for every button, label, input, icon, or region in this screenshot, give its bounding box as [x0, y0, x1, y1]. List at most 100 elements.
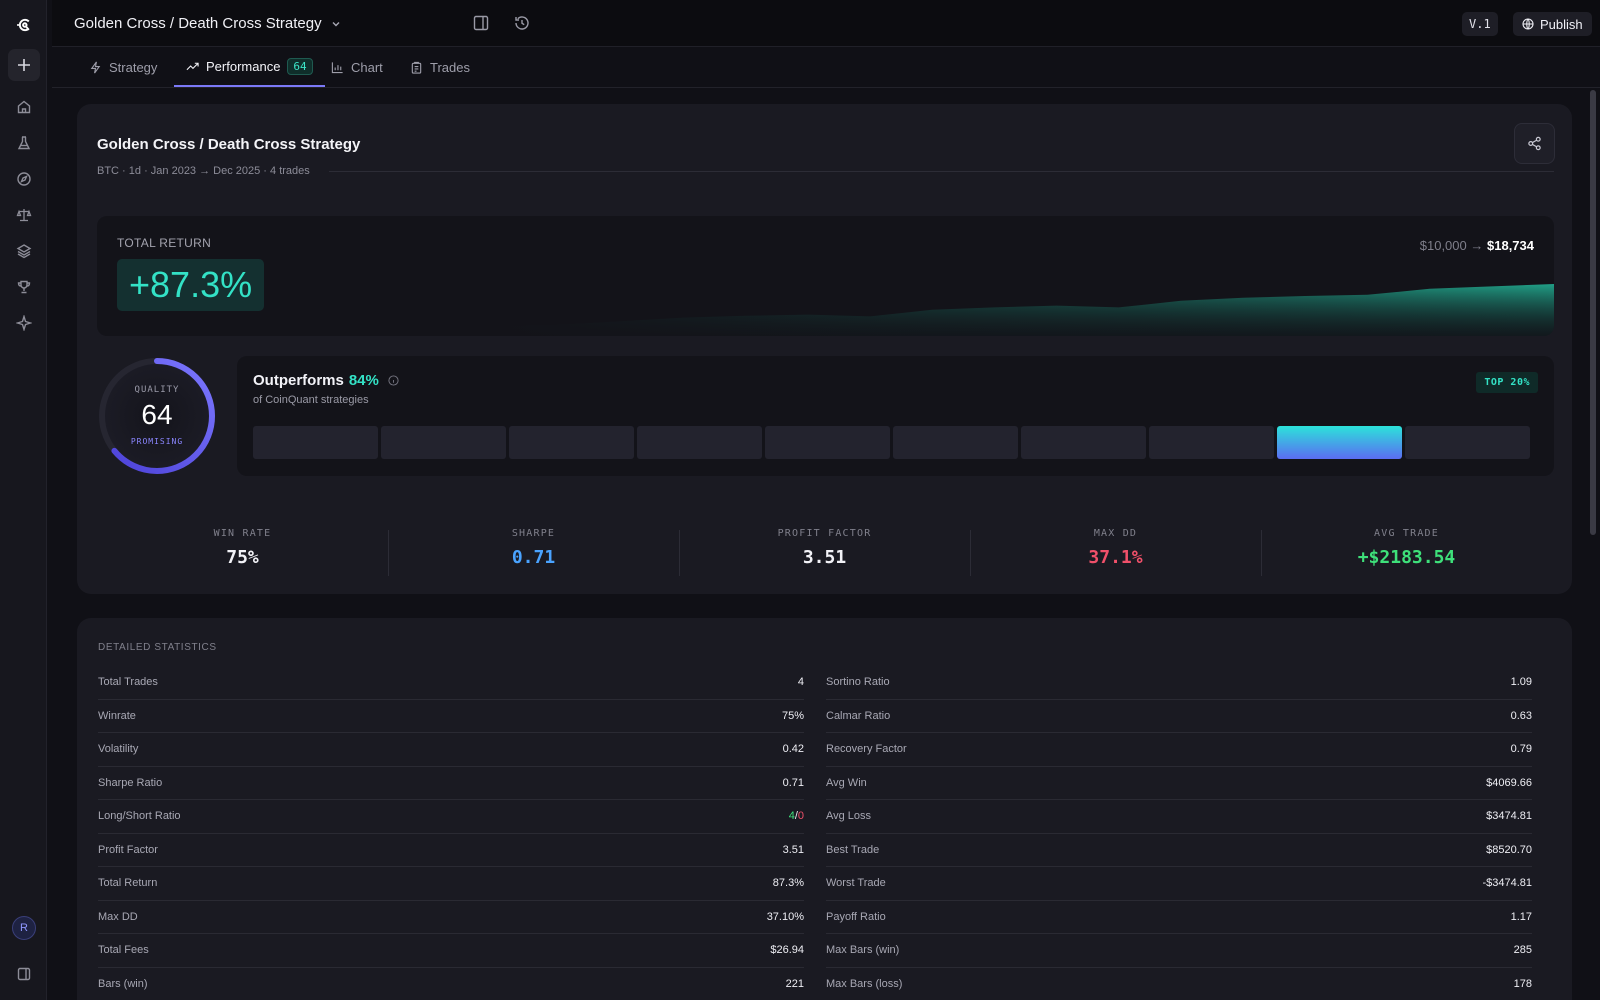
stat-row-label: Long/Short Ratio	[98, 810, 181, 823]
stat-label: MAX DD	[1093, 528, 1138, 539]
arrow-right-icon: →	[1470, 238, 1484, 253]
stat-row-value: $8520.70	[1486, 843, 1532, 856]
publish-label: Publish	[1540, 16, 1583, 32]
tab-performance[interactable]: Performance 64	[174, 47, 325, 87]
start-equity: $10,000	[1419, 238, 1467, 253]
stat-profit-factor: PROFIT FACTOR 3.51	[679, 528, 970, 568]
stat-divider	[388, 530, 389, 576]
trophy-icon[interactable]	[8, 271, 40, 303]
percentile-histogram	[253, 426, 1530, 459]
short-count: 0	[797, 810, 804, 823]
stat-row: Sortino Ratio 1.09	[826, 666, 1532, 700]
stat-row-label: Total Trades	[98, 676, 158, 689]
percentile-bin	[381, 426, 506, 459]
summary-subtitle: BTC · 1d · Jan 2023 → Dec 2025 · 4 trade…	[97, 165, 310, 177]
new-strategy-button[interactable]	[8, 49, 40, 81]
scale-icon[interactable]	[8, 199, 40, 231]
share-icon	[1528, 136, 1541, 151]
stat-row-value: 178	[1513, 977, 1532, 990]
stat-row-label: Recovery Factor	[826, 743, 907, 756]
quality-score-badge: 64	[287, 57, 313, 75]
clipboard-icon	[411, 61, 422, 74]
version-badge[interactable]: V.1	[1462, 12, 1498, 36]
stat-row-value: 221	[785, 977, 804, 990]
stat-row-label: Max DD	[98, 910, 138, 923]
scrollbar-thumb[interactable]	[1590, 90, 1596, 535]
stat-row: Total Return 87.3%	[98, 867, 804, 901]
info-icon[interactable]	[388, 375, 399, 386]
stat-avg-trade: AVG TRADE +$2183.54	[1261, 528, 1552, 568]
stat-row-label: Payoff Ratio	[826, 910, 886, 923]
performance-summary-card: Golden Cross / Death Cross Strategy BTC …	[77, 104, 1572, 594]
left-rail: R	[0, 0, 47, 1000]
stat-row: Worst Trade -$3474.81	[826, 867, 1532, 901]
stat-row-value: -$3474.81	[1482, 877, 1532, 890]
chevron-down-icon	[332, 21, 340, 26]
percentile-bin	[509, 426, 634, 459]
stat-row-value: 0.71	[782, 776, 804, 789]
history-icon[interactable]	[513, 14, 531, 32]
tab-bar: Strategy Performance 64 Chart Trades	[52, 47, 1600, 88]
stat-row-label: Total Return	[98, 877, 158, 890]
flask-icon[interactable]	[8, 127, 40, 159]
stat-divider	[1261, 530, 1262, 576]
stat-divider	[970, 530, 971, 576]
stat-row: Profit Factor 3.51	[98, 834, 804, 867]
compass-icon[interactable]	[8, 163, 40, 195]
stat-row-value: 0.79	[1510, 743, 1532, 756]
strategy-title: Golden Cross / Death Cross Strategy	[74, 15, 322, 32]
app-logo-icon[interactable]	[8, 9, 40, 41]
end-equity: $18,734	[1487, 238, 1534, 253]
stat-row-value: 87.3%	[772, 877, 804, 890]
stat-row: Long/Short Ratio 4/0	[98, 800, 804, 834]
tab-chart[interactable]: Chart	[331, 47, 383, 88]
tab-trades[interactable]: Trades	[410, 47, 470, 88]
stat-label: SHARPE	[511, 528, 556, 539]
zap-icon	[90, 61, 101, 74]
stats-column-left: Total Trades 4 Winrate 75% Volatility 0.42 Sha…	[98, 666, 804, 1000]
stat-row-value: 1.09	[1510, 676, 1532, 689]
tab-performance-label: Performance	[206, 58, 281, 74]
stat-row-label: Avg Loss	[826, 810, 872, 823]
sparkle-icon[interactable]	[8, 307, 40, 339]
outperform-heading: Outperforms 84%	[253, 372, 399, 389]
quality-score: 64	[141, 399, 173, 430]
stat-label: AVG TRADE	[1374, 528, 1439, 539]
stat-row: Winrate 75%	[98, 700, 804, 733]
divider	[329, 171, 1554, 172]
stat-value: 3.51	[802, 547, 847, 568]
sidebar-toggle-icon[interactable]	[8, 958, 40, 990]
stats-column-right: Sortino Ratio 1.09 Calmar Ratio 0.63 Recover…	[826, 666, 1532, 1000]
stat-row-label: Avg Win	[826, 776, 867, 789]
user-avatar[interactable]: R	[12, 916, 36, 940]
bar-chart-icon	[331, 62, 343, 74]
stat-row-value: 285	[1513, 944, 1532, 957]
publish-button[interactable]: Publish	[1513, 12, 1592, 36]
percentile-bin	[1149, 426, 1274, 459]
stat-row: Total Fees $26.94	[98, 934, 804, 968]
share-button[interactable]	[1514, 123, 1555, 164]
tab-chart-label: Chart	[351, 60, 383, 75]
tab-strategy[interactable]: Strategy	[89, 47, 157, 88]
stat-value: 0.71	[511, 547, 556, 568]
stat-row-label: Profit Factor	[98, 843, 158, 856]
stat-row-label: Winrate	[98, 709, 136, 722]
stat-row: Max Bars (loss) 178	[826, 968, 1532, 1000]
stat-row-value: 75%	[781, 709, 804, 722]
panel-layout-icon[interactable]	[472, 14, 490, 32]
summary-title: Golden Cross / Death Cross Strategy	[97, 136, 361, 153]
equity-range: $10,000 → $18,734	[1420, 238, 1534, 253]
layers-icon[interactable]	[8, 235, 40, 267]
percentile-bin	[1277, 426, 1402, 459]
stat-max-dd: MAX DD 37.1%	[970, 528, 1261, 568]
percentile-bin	[1405, 426, 1530, 459]
stat-row-value: 4	[797, 676, 804, 689]
strategy-selector[interactable]: Golden Cross / Death Cross Strategy	[74, 15, 342, 32]
stat-row: Avg Win $4069.66	[826, 767, 1532, 800]
top-bar: Golden Cross / Death Cross Strategy V.1 …	[52, 0, 1600, 47]
outperform-percent: 84%	[348, 372, 379, 389]
stat-value: 75%	[226, 547, 259, 568]
detailed-statistics-card: DETAILED STATISTICS Total Trades 4 Winrate…	[77, 618, 1572, 1000]
stat-row: Volatility 0.42	[98, 733, 804, 767]
home-icon[interactable]	[8, 91, 40, 123]
